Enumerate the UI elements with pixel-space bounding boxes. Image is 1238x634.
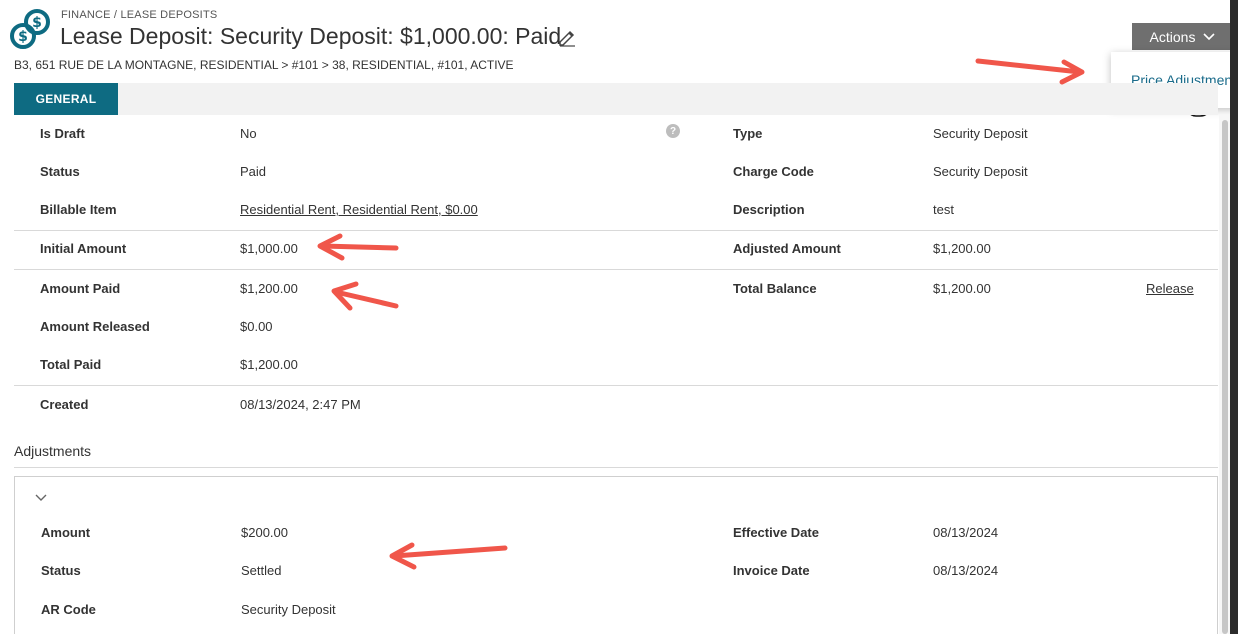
- actions-button[interactable]: Actions: [1132, 23, 1233, 50]
- type-label: Type: [733, 126, 763, 141]
- created-label: Created: [40, 397, 89, 412]
- amount-released-value: $0.00: [240, 319, 273, 334]
- divider: [14, 385, 1218, 386]
- is-draft-label: Is Draft: [40, 126, 85, 141]
- invoice-date-label: Invoice Date: [733, 563, 810, 578]
- total-balance-value: $1,200.00: [933, 281, 991, 296]
- adjustment-status-label: Status: [41, 563, 81, 578]
- initial-amount-value: $1,000.00: [240, 241, 298, 256]
- actions-button-label: Actions: [1149, 28, 1196, 45]
- divider: [14, 467, 1218, 468]
- type-value: Security Deposit: [933, 126, 1028, 141]
- arrow-left-icon: [331, 281, 399, 311]
- status-label: Status: [40, 164, 80, 179]
- record-path: B3, 651 RUE DE LA MONTAGNE, RESIDENTIAL …: [14, 58, 514, 72]
- adjustment-amount-label: Amount: [41, 525, 91, 540]
- arrow-right-icon: [975, 58, 1085, 85]
- adjacent-window-edge: [1230, 0, 1238, 634]
- arrow-left-icon: [317, 233, 399, 261]
- description-value: test: [933, 202, 954, 217]
- total-paid-value: $1,200.00: [240, 357, 298, 372]
- dollar-coins-logo-icon: $ $: [10, 9, 50, 49]
- charge-code-label: Charge Code: [733, 164, 814, 179]
- ar-code-label: AR Code: [41, 602, 96, 617]
- divider: [14, 230, 1218, 231]
- help-icon[interactable]: ?: [666, 124, 680, 138]
- adjustment-status-value: Settled: [241, 563, 282, 578]
- ar-code-value: Security Deposit: [241, 602, 336, 617]
- adjustment-amount-value: $200.00: [241, 525, 288, 540]
- scrollbar-thumb[interactable]: [1222, 120, 1228, 634]
- charge-code-value: Security Deposit: [933, 164, 1028, 179]
- amount-released-label: Amount Released: [40, 319, 150, 334]
- status-value: Paid: [240, 164, 267, 179]
- billable-item-link[interactable]: Residential Rent, Residential Rent, $0.0…: [240, 202, 478, 217]
- is-draft-value: No: [240, 126, 257, 141]
- release-link[interactable]: Release: [1146, 281, 1194, 296]
- total-balance-label: Total Balance: [733, 281, 817, 296]
- amount-paid-value: $1,200.00: [240, 281, 298, 296]
- tab-general[interactable]: GENERAL: [14, 83, 118, 115]
- tab-bar: [14, 83, 1218, 115]
- invoice-date-value: 08/13/2024: [933, 563, 999, 578]
- billable-item-label: Billable Item: [40, 202, 117, 217]
- total-paid-label: Total Paid: [40, 357, 102, 372]
- effective-date-value: 08/13/2024: [933, 525, 999, 540]
- created-value: 08/13/2024, 2:47 PM: [240, 397, 361, 412]
- adjustments-title: Adjustments: [14, 443, 92, 459]
- effective-date-label: Effective Date: [733, 525, 819, 540]
- adjusted-amount-label: Adjusted Amount: [733, 241, 841, 256]
- initial-amount-label: Initial Amount: [40, 241, 127, 256]
- page-title: Lease Deposit: Security Deposit: $1,000.…: [60, 23, 562, 49]
- amount-paid-label: Amount Paid: [40, 281, 121, 296]
- svg-text:$: $: [18, 29, 28, 45]
- svg-text:$: $: [32, 15, 42, 31]
- chevron-down-icon: [1203, 32, 1216, 40]
- chevron-down-icon[interactable]: [35, 494, 47, 502]
- description-label: Description: [733, 202, 805, 217]
- pencil-icon[interactable]: [557, 27, 577, 47]
- adjustment-panel: [14, 476, 1218, 634]
- breadcrumb[interactable]: FINANCE / LEASE DEPOSITS: [61, 9, 217, 21]
- adjusted-amount-value: $1,200.00: [933, 241, 991, 256]
- divider: [14, 269, 1218, 270]
